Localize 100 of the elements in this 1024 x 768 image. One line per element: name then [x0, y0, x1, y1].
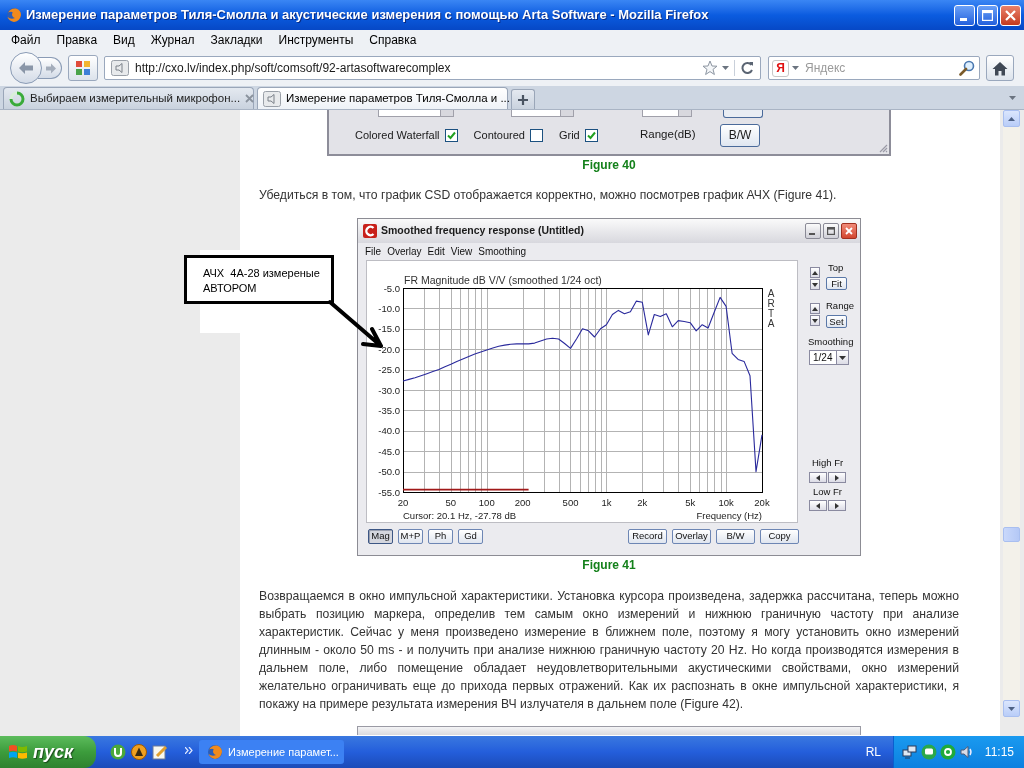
y-axis-label: -45.0: [378, 445, 400, 457]
circle-logo-icon[interactable]: [110, 744, 126, 760]
triangle-disc-icon[interactable]: [131, 744, 147, 760]
spin-up-button[interactable]: [810, 267, 820, 278]
maximize-button[interactable]: [823, 223, 839, 239]
tab[interactable]: Выбираем измерительный микрофон...: [3, 87, 254, 109]
dropdown-field[interactable]: [642, 110, 692, 117]
pencil-note-icon[interactable]: [152, 744, 168, 760]
back-button[interactable]: [10, 52, 42, 84]
menu-item[interactable]: Smoothing: [478, 243, 527, 259]
x-axis-label: 2k: [637, 497, 648, 508]
new-tab-button[interactable]: [511, 89, 535, 109]
annotation-text: АЧХ 4А-28 измереные АВТОРОМ: [203, 266, 321, 296]
menu-item[interactable]: Вид: [113, 31, 135, 49]
minimize-icon: [809, 233, 815, 235]
up-arrow-icon: [812, 306, 818, 311]
y-axis-label: -20.0: [378, 343, 400, 355]
down-arrow-icon: [812, 318, 818, 323]
forward-button[interactable]: [38, 57, 62, 79]
y-axis-label: -5.0: [383, 282, 400, 294]
dropdown-field[interactable]: [511, 110, 574, 117]
chart-title: FR Magnitude dB V/V (smoothed 1/24 oct): [404, 274, 602, 286]
ring-icon[interactable]: [940, 744, 956, 760]
spin-down-button[interactable]: [810, 315, 820, 326]
address-field[interactable]: http://cxo.lv/index.php/soft/comsoft/92-artasoftwarecomplex: [104, 56, 761, 80]
view-tab-button[interactable]: Gd: [458, 529, 483, 544]
caret-icon[interactable]: [792, 66, 799, 70]
scroll-up-button[interactable]: [1003, 110, 1020, 127]
checkbox-label: Colored Waterfall: [355, 127, 440, 143]
checkbox[interactable]: [444, 128, 458, 142]
apps-button[interactable]: [68, 55, 98, 81]
control-label: Top: [828, 262, 844, 273]
taskbar-button[interactable]: Измерение парамет...: [199, 740, 344, 764]
tab[interactable]: Измерение параметров Тиля-Смолла и ...: [257, 87, 508, 109]
view-tab-button[interactable]: M+P: [398, 529, 423, 544]
checkbox[interactable]: [529, 128, 543, 142]
step-right-button[interactable]: [828, 500, 846, 511]
address-input[interactable]: http://cxo.lv/index.php/soft/comsoft/92-artasoftwarecomplex: [135, 59, 702, 77]
scroll-down-button[interactable]: [1003, 700, 1020, 717]
y-axis-label: -10.0: [378, 302, 400, 314]
menu-item[interactable]: Правка: [56, 31, 98, 49]
scroll-thumb[interactable]: [1003, 527, 1020, 542]
action-button[interactable]: Record: [628, 529, 667, 544]
set-button[interactable]: Set: [826, 315, 847, 328]
action-button[interactable]: B/W: [716, 529, 755, 544]
home-button[interactable]: [986, 55, 1014, 81]
chevron-icon[interactable]: [185, 747, 193, 754]
resize-grip-icon[interactable]: [879, 144, 888, 153]
menu-item[interactable]: Инструменты: [278, 31, 354, 49]
menu-item[interactable]: Журнал: [150, 31, 195, 49]
menu-item[interactable]: Файл: [11, 31, 41, 49]
y-axis-label: -15.0: [378, 323, 400, 335]
speaker-icon[interactable]: [959, 744, 975, 760]
star-icon[interactable]: [702, 60, 718, 76]
search-engine-logo[interactable]: Я: [772, 59, 789, 77]
dropdown-field[interactable]: [378, 110, 454, 117]
smoothing-dropdown[interactable]: 1/24: [809, 350, 849, 365]
network-icon[interactable]: [902, 744, 918, 760]
menu-item[interactable]: View: [450, 243, 473, 259]
bw-button[interactable]: B/W: [720, 123, 760, 147]
left-arrow-icon: [816, 474, 820, 481]
action-button[interactable]: Overlay: [672, 529, 711, 544]
search-icon[interactable]: [959, 60, 975, 76]
caret-icon[interactable]: [1009, 95, 1016, 100]
spin-down-button[interactable]: [810, 279, 820, 290]
checkbox[interactable]: [584, 128, 598, 142]
control-label: Low Fr: [813, 486, 844, 497]
search-field[interactable]: Я Яндекс: [768, 56, 980, 80]
left-arrow-icon: [816, 502, 820, 509]
fit-button[interactable]: Fit: [826, 277, 847, 290]
close-button[interactable]: [841, 223, 857, 239]
minimize-button[interactable]: [805, 223, 821, 239]
action-button[interactable]: Copy: [760, 529, 799, 544]
start-button[interactable]: пуск: [0, 736, 96, 768]
search-input[interactable]: Яндекс: [805, 59, 959, 77]
menu-item[interactable]: File: [365, 243, 382, 259]
caret-icon: [839, 355, 846, 360]
partial-button[interactable]: [723, 110, 763, 118]
reload-icon[interactable]: [740, 61, 754, 75]
view-tab-button[interactable]: Ph: [428, 529, 453, 544]
x-axis-label: 20: [397, 497, 409, 508]
step-left-button[interactable]: [809, 500, 827, 511]
language-indicator[interactable]: RL: [865, 743, 881, 761]
menu-item[interactable]: Overlay: [387, 243, 422, 259]
spin-up-button[interactable]: [810, 303, 820, 314]
globe-icon: [6, 7, 22, 23]
menu-item[interactable]: Справка: [369, 31, 417, 49]
chat-bubble-icon[interactable]: [921, 744, 937, 760]
step-right-button[interactable]: [828, 472, 846, 483]
menu-item[interactable]: Edit: [427, 243, 445, 259]
view-tab-button[interactable]: Mag: [368, 529, 393, 544]
up-arrow-icon: [1008, 116, 1015, 121]
maximize-icon: [827, 227, 835, 235]
step-left-button[interactable]: [809, 472, 827, 483]
minimize-icon: [959, 17, 967, 21]
x-axis-label: 500: [562, 497, 579, 508]
caret-icon[interactable]: [722, 66, 729, 70]
site-icon: [111, 60, 129, 76]
x-axis-label: 100: [478, 497, 495, 508]
menu-item[interactable]: Закладки: [210, 31, 263, 49]
